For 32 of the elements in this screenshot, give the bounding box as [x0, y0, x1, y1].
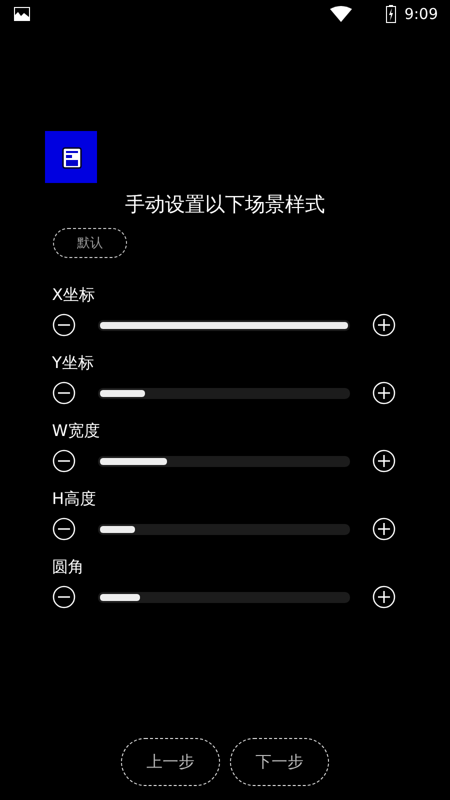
plus-icon[interactable] — [372, 313, 396, 337]
default-button[interactable]: 默认 — [53, 228, 127, 258]
app-icon — [45, 131, 97, 183]
slider-track[interactable] — [98, 592, 350, 602]
status-time: 9:09 — [404, 5, 438, 23]
slider-fill[interactable] — [100, 594, 140, 600]
wifi-icon — [330, 6, 352, 22]
slider-track[interactable] — [98, 456, 350, 466]
slider-track[interactable] — [98, 524, 350, 534]
battery-icon — [386, 5, 396, 23]
minus-icon[interactable] — [52, 585, 76, 609]
slider-fill[interactable] — [100, 458, 167, 464]
plus-icon[interactable] — [372, 381, 396, 405]
slider-label: X坐标 — [52, 284, 96, 306]
minus-icon[interactable] — [52, 313, 76, 337]
slider-label: 圆角 — [52, 556, 85, 578]
plus-icon[interactable] — [372, 449, 396, 473]
minus-icon[interactable] — [52, 381, 76, 405]
slider-label: H高度 — [52, 488, 98, 510]
heading: 手动设置以下场景样式 — [124, 191, 326, 218]
slider-track[interactable] — [98, 388, 350, 398]
step-button[interactable]: 下一步 — [230, 738, 329, 786]
plus-icon[interactable] — [372, 585, 396, 609]
slider-label: Y坐标 — [52, 352, 95, 374]
plus-icon[interactable] — [372, 517, 396, 541]
minus-icon[interactable] — [52, 517, 76, 541]
slider-label: W宽度 — [52, 420, 101, 442]
slider-fill[interactable] — [100, 390, 145, 396]
image-icon — [14, 7, 30, 21]
step-button[interactable]: 上一步 — [121, 738, 220, 786]
slider-fill[interactable] — [100, 526, 135, 532]
minus-icon[interactable] — [52, 449, 76, 473]
